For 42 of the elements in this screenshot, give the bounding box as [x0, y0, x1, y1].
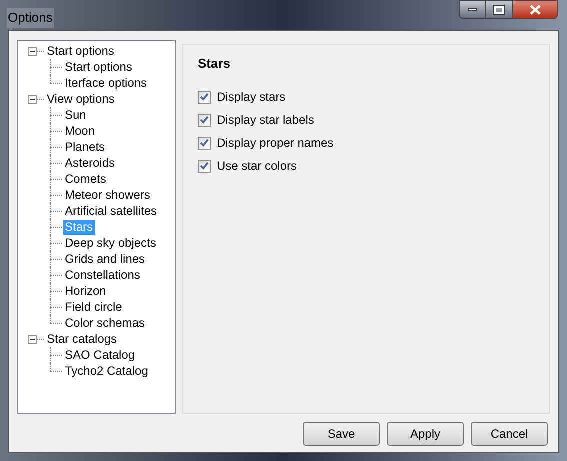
maximize-button[interactable] — [486, 0, 512, 19]
tree-item[interactable]: Asteroids — [63, 156, 118, 170]
checkbox-label: Display stars — [217, 89, 286, 106]
panel-title: Stars — [198, 55, 232, 73]
tree-item[interactable]: Star catalogs — [45, 332, 120, 346]
dialog-button[interactable]: Apply — [387, 422, 464, 446]
tree-item[interactable]: Start options — [45, 44, 116, 58]
collapse-icon[interactable] — [28, 46, 37, 56]
tree-item[interactable]: Horizon — [63, 284, 108, 298]
tree-item[interactable]: Sun — [63, 108, 88, 122]
tree-item[interactable]: Artificial satellites — [63, 204, 160, 218]
tree-item[interactable]: Comets — [63, 172, 108, 186]
tree-item[interactable]: Grids and lines — [63, 252, 148, 266]
dialog-button[interactable]: Cancel — [471, 422, 548, 446]
tree-item[interactable]: Moon — [63, 124, 98, 138]
maximize-icon — [494, 6, 504, 14]
window-title: Options — [7, 8, 54, 28]
tree-item[interactable]: Field circle — [63, 300, 124, 314]
checkbox[interactable] — [198, 90, 211, 104]
tree-item[interactable]: Planets — [63, 140, 108, 154]
collapse-icon[interactable] — [28, 94, 37, 104]
tree-item[interactable]: View options — [45, 92, 117, 106]
checkbox-label: Use star colors — [217, 158, 298, 175]
dialog-button[interactable]: Save — [303, 422, 380, 446]
tree-item[interactable]: SAO Catalog — [63, 348, 138, 362]
tree-item[interactable]: Constellations — [63, 268, 142, 282]
tree-item[interactable]: Deep sky objects — [63, 236, 158, 250]
minimize-button[interactable] — [459, 0, 486, 19]
checkbox-label: Display star labels — [217, 112, 314, 129]
tree-item[interactable]: Start options — [63, 60, 134, 74]
checkbox[interactable] — [198, 160, 211, 172]
tree-item[interactable]: Meteor showers — [63, 188, 152, 202]
checkbox[interactable] — [198, 114, 211, 126]
tree-item[interactable]: Color schemas — [63, 316, 148, 330]
close-icon — [530, 4, 540, 14]
close-button[interactable] — [512, 0, 558, 19]
minimize-icon — [468, 8, 477, 11]
tree-item[interactable]: Tycho2 Catalog — [63, 364, 150, 378]
collapse-icon[interactable] — [28, 334, 37, 344]
checkbox[interactable] — [198, 136, 211, 150]
tree-item[interactable]: Iterface options — [63, 76, 150, 90]
checkbox-label: Display proper names — [217, 135, 334, 152]
